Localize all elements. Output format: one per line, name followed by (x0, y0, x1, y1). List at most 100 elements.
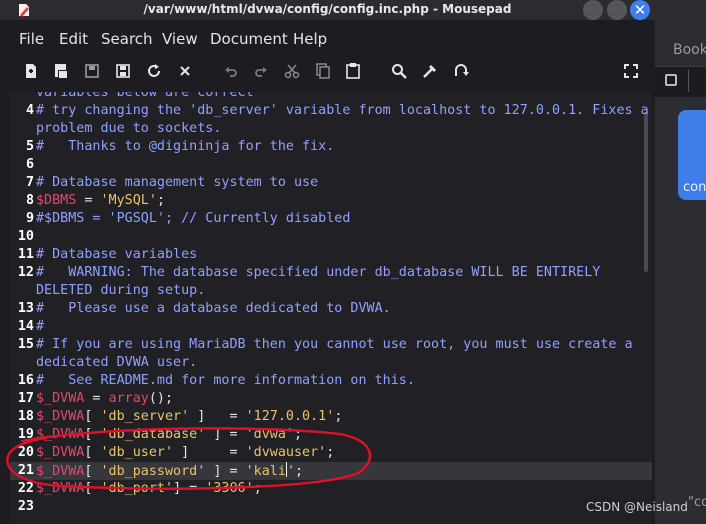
code-line[interactable]: 17 $_DVWA = array(); (10, 390, 652, 408)
code-token: [ (84, 464, 101, 479)
background-tab-icon[interactable] (665, 74, 677, 86)
undo-icon[interactable] (222, 62, 240, 80)
menu-help[interactable]: Help (293, 30, 327, 48)
code-text: # If you are using MariaDB then you cann… (36, 336, 633, 354)
code-token: = (76, 193, 101, 208)
code-line[interactable]: 15 # If you are using MariaDB then you ca… (10, 336, 652, 354)
background-card-label: con (683, 180, 706, 195)
current-line[interactable]: 21 $_DVWA[ 'db_password' ] = 'kali'; (10, 462, 652, 480)
code-text: $_DVWA[ 'db_database' ] = 'dvwa'; (36, 426, 302, 444)
code-text: $DBMS = 'MySQL'; (36, 192, 165, 210)
save-icon[interactable] (83, 62, 101, 80)
code-token: $_DVWA (36, 481, 85, 496)
code-token: ] = (173, 445, 246, 460)
code-token: ; (295, 464, 304, 479)
code-line[interactable]: problem due to sockets. (10, 120, 652, 138)
mousepad-window: /var/www/html/dvwa/config/config.inc.php… (0, 0, 655, 524)
code-text: # Thanks to @digininja for the fix. (36, 138, 334, 156)
text-editor[interactable]: variables below are correct 4 # try changi… (10, 92, 652, 524)
code-token: 'db_port' (100, 481, 174, 496)
menu-document[interactable]: Document (210, 30, 288, 48)
reload-icon[interactable] (145, 62, 163, 80)
redo-icon[interactable] (252, 62, 270, 80)
code-token: $_DVWA (36, 427, 85, 442)
menu-edit[interactable]: Edit (59, 30, 88, 48)
code-line[interactable]: 14 # (10, 318, 652, 336)
code-token: ; (334, 409, 343, 424)
line-number: 13 (17, 301, 34, 316)
code-token: # try changing the 'db_server' variable … (36, 103, 649, 118)
background-book-label: Book (673, 42, 706, 58)
code-line[interactable]: 13 # Please use a database dedicated to D… (10, 300, 652, 318)
close-icon[interactable] (176, 62, 194, 80)
line-number: 6 (25, 157, 34, 172)
paste-icon[interactable] (344, 62, 362, 80)
code-token: $_DVWA (36, 409, 85, 424)
code-text: problem due to sockets. (36, 120, 221, 138)
line-number: 23 (17, 499, 34, 514)
code-text: # try changing the 'db_server' variable … (36, 102, 649, 120)
code-token: ; (294, 427, 303, 442)
line-number: 22 (17, 481, 34, 496)
code-token: ; (156, 193, 165, 208)
code-line[interactable]: 4 # try changing the 'db_server' variable… (10, 102, 652, 120)
goto-icon[interactable] (452, 62, 470, 80)
code-line[interactable]: 5 # Thanks to @digininja for the fix. (10, 138, 652, 156)
code-line[interactable]: 23 (10, 498, 652, 516)
line-number: 15 (17, 337, 34, 352)
code-line[interactable]: 6 (10, 156, 652, 174)
find-replace-icon[interactable] (421, 62, 439, 80)
code-token: ] = (205, 464, 246, 479)
code-line[interactable]: DELETED during setup. (10, 282, 652, 300)
code-line[interactable]: 16 # See README.md for more information o… (10, 372, 652, 390)
code-token: [ (84, 445, 101, 460)
line-number: 21 (17, 463, 34, 478)
code-line[interactable]: 11 # Database variables (10, 246, 652, 264)
code-token: ] = (173, 481, 206, 496)
code-token: '3306' (205, 481, 254, 496)
code-line[interactable]: 22 $_DVWA[ 'db_port'] = '3306'; (10, 480, 652, 498)
code-line[interactable]: 8 $DBMS = 'MySQL'; (10, 192, 652, 210)
cut-icon[interactable] (283, 62, 301, 80)
menu-view[interactable]: View (162, 30, 198, 48)
find-icon[interactable] (390, 62, 408, 80)
menu-search[interactable]: Search (101, 30, 153, 48)
new-file-icon[interactable] (22, 62, 40, 80)
title-bar[interactable]: /var/www/html/dvwa/config/config.inc.php… (0, 0, 655, 20)
code-text: # Database variables (36, 246, 197, 264)
code-token: 'dvwauser' (245, 445, 327, 460)
code-token: 'db_server' (100, 409, 190, 424)
code-line[interactable]: variables below are correct (10, 92, 652, 102)
code-line[interactable]: dedicated DVWA user. (10, 354, 652, 372)
code-token: 'dvwa' (245, 427, 294, 442)
close-window-button[interactable]: ✕ (630, 0, 650, 20)
code-token: # Database management system to use (36, 175, 319, 190)
code-token: # Database variables (36, 247, 198, 262)
code-line[interactable]: 20 $_DVWA[ 'db_user' ] = 'dvwauser'; (10, 444, 652, 462)
code-token: #$DBMS = 'PGSQL'; // Currently disabled (36, 211, 351, 226)
code-line[interactable]: 7 # Database management system to use (10, 174, 652, 192)
code-line[interactable]: 12 # WARNING: The database specified unde… (10, 264, 652, 282)
maximize-button[interactable] (607, 0, 627, 20)
window-title: /var/www/html/dvwa/config/config.inc.php… (143, 2, 512, 16)
minimize-button[interactable] (583, 0, 603, 20)
code-text: # Database management system to use (36, 174, 318, 192)
code-line[interactable]: 10 (10, 228, 652, 246)
copy-icon[interactable] (314, 62, 332, 80)
code-token: 'kali (245, 464, 286, 479)
line-number: 12 (17, 265, 34, 280)
code-text: dedicated DVWA user. (36, 354, 197, 372)
code-token: ' (286, 464, 295, 479)
code-line[interactable]: 9 #$DBMS = 'PGSQL'; // Currently disabled (10, 210, 652, 228)
code-line[interactable]: 18 $_DVWA[ 'db_server' ] = '127.0.0.1'; (10, 408, 652, 426)
save-as-icon[interactable] (114, 62, 132, 80)
fullscreen-icon[interactable] (622, 62, 640, 80)
code-line[interactable]: 19 $_DVWA[ 'db_database' ] = 'dvwa'; (10, 426, 652, 444)
line-number: 16 (17, 373, 34, 388)
new-window-icon[interactable] (52, 62, 70, 80)
code-token: 'db_user' (100, 445, 174, 460)
menu-file[interactable]: File (19, 30, 44, 48)
code-text: # WARNING: The database specified under … (36, 264, 600, 282)
line-number: 17 (17, 391, 34, 406)
code-text: # Please use a database dedicated to DVW… (36, 300, 391, 318)
